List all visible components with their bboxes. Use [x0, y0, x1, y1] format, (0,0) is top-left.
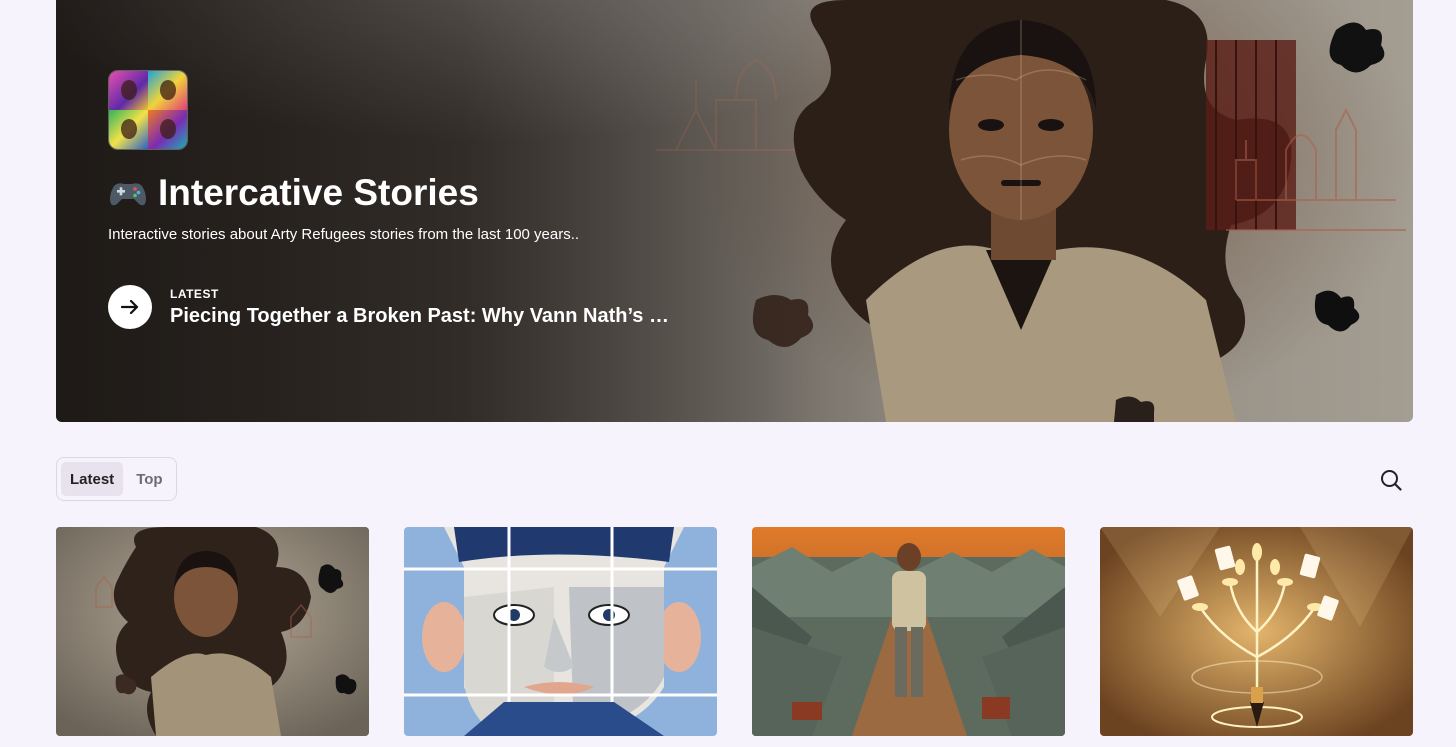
latest-post-arrow-button[interactable] [108, 285, 152, 329]
arrow-right-icon [120, 299, 139, 315]
post-card-2[interactable] [404, 527, 717, 736]
tab-latest[interactable]: Latest [61, 462, 124, 496]
latest-label: LATEST [170, 287, 219, 301]
latest-post-title-link[interactable]: Piecing Together a Broken Past: Why Vann… [170, 305, 670, 328]
post-sort-tabs: Latest Top [56, 457, 177, 501]
refugee-camp-walker-thumbnail [752, 527, 1065, 736]
publication-title-text: Intercative Stories [158, 172, 479, 213]
post-card-3[interactable] [752, 527, 1065, 736]
golden-tree-pen-thumbnail [1100, 527, 1413, 736]
grid-face-illustration-thumbnail [404, 527, 717, 736]
publication-hero: Intercative Stories Interactive stories … [56, 0, 1413, 422]
tab-top[interactable]: Top [127, 462, 171, 496]
post-card-4[interactable] [1100, 527, 1413, 736]
publication-logo[interactable] [108, 70, 188, 150]
gamepad-icon [110, 183, 146, 206]
jigsaw-portrait-thumbnail [56, 527, 369, 736]
search-button[interactable] [1376, 465, 1406, 495]
search-icon [1381, 470, 1402, 491]
publication-subtitle: Interactive stories about Arty Refugees … [108, 226, 580, 243]
publication-title: Intercative Stories [108, 172, 479, 214]
post-card-1[interactable] [56, 527, 369, 736]
